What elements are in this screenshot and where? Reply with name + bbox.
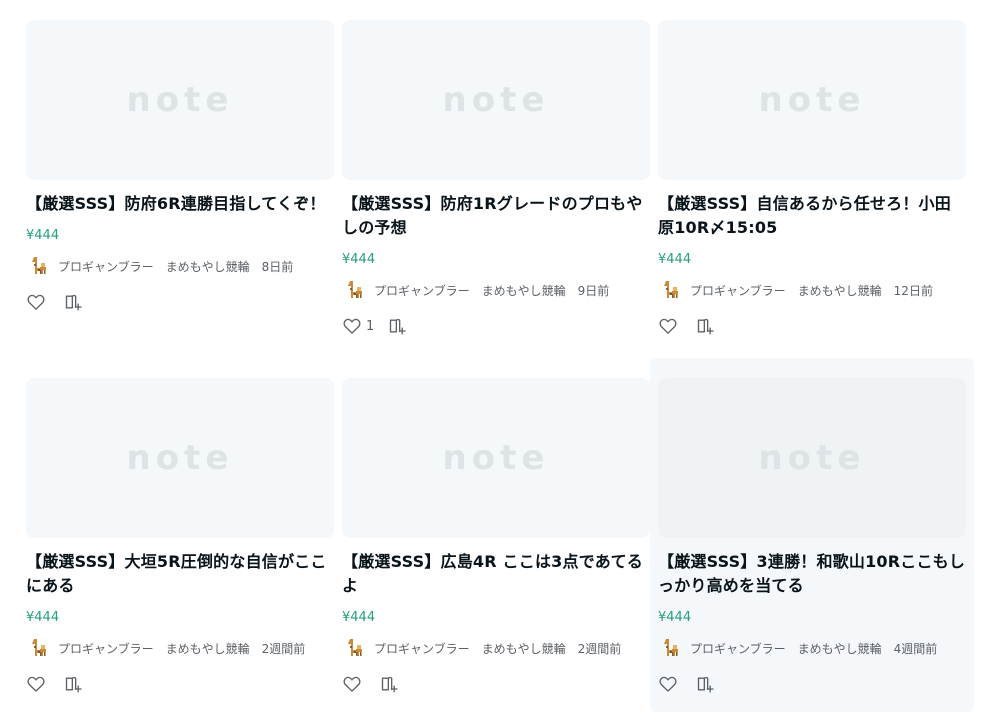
magazine-add-icon	[65, 676, 82, 693]
creator-info[interactable]: プロギャンブラー まめもやし競輪 12日前	[658, 278, 966, 302]
note-title[interactable]: 【厳選SSS】広島4R ここは3点であてるよ	[342, 550, 650, 598]
creator-info[interactable]: プロギャンブラー まめもやし競輪 2週間前	[342, 636, 650, 660]
add-to-magazine-button[interactable]	[380, 674, 400, 694]
note-price: ¥444	[658, 610, 692, 625]
like-button[interactable]	[26, 674, 50, 694]
note-card[interactable]: note 【厳選SSS】大垣5R圧倒的な自信がここにある ¥444 プロギャンブ…	[18, 358, 342, 714]
note-card[interactable]: note 【厳選SSS】3連勝！和歌山10Rここもしっかり高めを当てる ¥444…	[650, 358, 974, 712]
thumbnail[interactable]: note	[26, 378, 334, 538]
magazine-add-icon	[65, 294, 82, 311]
giraffe-avatar[interactable]	[26, 636, 50, 660]
giraffe-avatar[interactable]	[658, 278, 682, 302]
add-to-magazine-button[interactable]	[388, 316, 408, 336]
card-actions	[26, 290, 334, 314]
post-time: 8日前	[261, 259, 294, 274]
heart-icon	[27, 294, 45, 310]
note-logo-placeholder: note	[442, 80, 550, 120]
giraffe-avatar[interactable]	[342, 636, 366, 660]
note-price: ¥444	[342, 610, 376, 625]
note-title[interactable]: 【厳選SSS】大垣5R圧倒的な自信がここにある	[26, 550, 334, 598]
post-time: 12日前	[893, 283, 933, 298]
thumbnail[interactable]: note	[26, 20, 334, 180]
note-card[interactable]: note 【厳選SSS】防府6R連勝目指してくぞ！ ¥444 プロギャンブラー …	[18, 0, 342, 350]
thumbnail[interactable]: note	[658, 378, 966, 538]
circle-name[interactable]: まめもやし競輪	[798, 640, 882, 657]
like-button[interactable]: 1	[342, 316, 374, 336]
post-time: 2週間前	[261, 641, 306, 656]
card-actions: 1	[342, 314, 650, 338]
like-count: 1	[366, 318, 375, 334]
creator-info[interactable]: プロギャンブラー まめもやし競輪 8日前	[26, 254, 334, 278]
creator-name[interactable]: プロギャンブラー	[690, 640, 786, 657]
creator-info[interactable]: プロギャンブラー まめもやし競輪 9日前	[342, 278, 650, 302]
giraffe-avatar[interactable]	[342, 278, 366, 302]
note-logo-placeholder: note	[126, 80, 234, 120]
add-to-magazine-button[interactable]	[696, 316, 716, 336]
heart-icon	[27, 676, 45, 692]
post-time: 2週間前	[577, 641, 622, 656]
post-time: 4週間前	[893, 641, 938, 656]
creator-name[interactable]: プロギャンブラー	[374, 640, 470, 657]
note-card-grid: note 【厳選SSS】防府6R連勝目指してくぞ！ ¥444 プロギャンブラー …	[0, 0, 987, 725]
thumbnail[interactable]: note	[658, 20, 966, 180]
card-actions	[658, 672, 966, 696]
note-logo-placeholder: note	[758, 80, 866, 120]
creator-name[interactable]: プロギャンブラー	[58, 258, 154, 275]
like-button[interactable]	[658, 316, 682, 336]
note-title[interactable]: 【厳選SSS】3連勝！和歌山10Rここもしっかり高めを当てる	[658, 550, 966, 598]
note-price: ¥444	[26, 228, 60, 243]
magazine-add-icon	[381, 676, 398, 693]
heart-icon	[343, 318, 361, 334]
creator-name[interactable]: プロギャンブラー	[690, 282, 786, 299]
like-button[interactable]	[658, 674, 682, 694]
thumbnail[interactable]: note	[342, 20, 650, 180]
circle-name[interactable]: まめもやし競輪	[166, 640, 250, 657]
giraffe-avatar[interactable]	[658, 636, 682, 660]
note-card[interactable]: note 【厳選SSS】広島4R ここは3点であてるよ ¥444 プロギャンブラ…	[334, 358, 658, 714]
magazine-add-icon	[390, 318, 406, 335]
creator-name[interactable]: プロギャンブラー	[374, 282, 470, 299]
add-to-magazine-button[interactable]	[64, 292, 84, 312]
like-button[interactable]	[26, 292, 50, 312]
creator-info[interactable]: プロギャンブラー まめもやし競輪 4週間前	[658, 636, 966, 660]
add-to-magazine-button[interactable]	[64, 674, 84, 694]
circle-name[interactable]: まめもやし競輪	[166, 258, 250, 275]
circle-name[interactable]: まめもやし競輪	[482, 640, 566, 657]
like-button[interactable]	[342, 674, 366, 694]
giraffe-avatar[interactable]	[26, 254, 50, 278]
add-to-magazine-button[interactable]	[696, 674, 716, 694]
note-logo-placeholder: note	[758, 438, 866, 478]
creator-name[interactable]: プロギャンブラー	[58, 640, 154, 657]
note-card[interactable]: note 【厳選SSS】防府1Rグレードのプロもやしの予想 ¥444 プロギャン…	[334, 0, 658, 350]
note-price: ¥444	[342, 252, 376, 267]
heart-icon	[659, 676, 677, 692]
note-price: ¥444	[26, 610, 60, 625]
magazine-add-icon	[697, 676, 714, 693]
note-card[interactable]: note 【厳選SSS】自信あるから任せろ！小田原10R〆15:05 ¥444 …	[650, 0, 974, 350]
note-title[interactable]: 【厳選SSS】自信あるから任せろ！小田原10R〆15:05	[658, 192, 966, 240]
circle-name[interactable]: まめもやし競輪	[482, 282, 566, 299]
note-title[interactable]: 【厳選SSS】防府6R連勝目指してくぞ！	[26, 192, 334, 216]
note-logo-placeholder: note	[442, 438, 550, 478]
heart-icon	[343, 676, 361, 692]
heart-icon	[659, 318, 677, 334]
card-actions	[26, 672, 334, 696]
card-actions	[658, 314, 966, 338]
creator-info[interactable]: プロギャンブラー まめもやし競輪 2週間前	[26, 636, 334, 660]
circle-name[interactable]: まめもやし競輪	[798, 282, 882, 299]
note-title[interactable]: 【厳選SSS】防府1Rグレードのプロもやしの予想	[342, 192, 650, 240]
post-time: 9日前	[577, 283, 610, 298]
note-price: ¥444	[658, 252, 692, 267]
thumbnail[interactable]: note	[342, 378, 650, 538]
note-logo-placeholder: note	[126, 438, 234, 478]
card-actions	[342, 672, 650, 696]
magazine-add-icon	[697, 318, 714, 335]
